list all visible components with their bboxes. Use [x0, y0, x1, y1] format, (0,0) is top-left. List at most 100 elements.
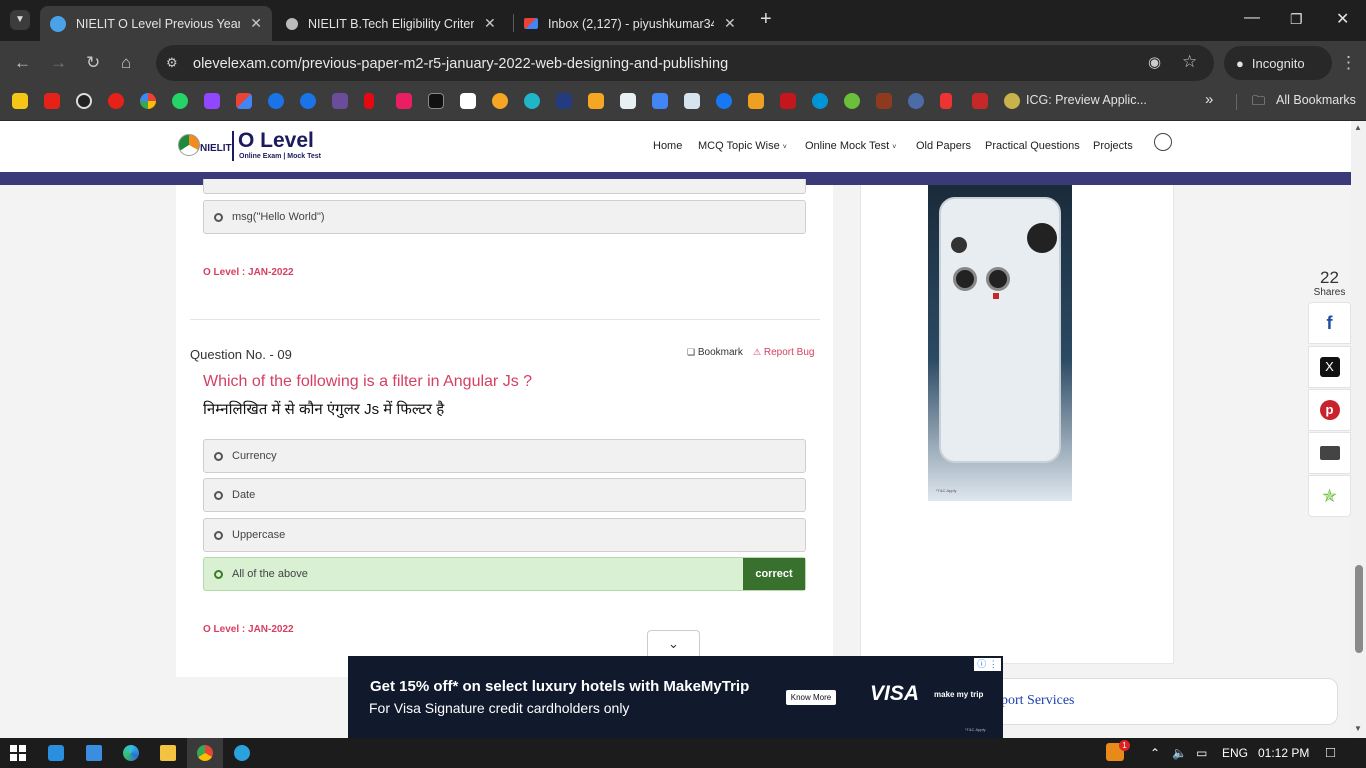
restore-button[interactable]: ❐: [1290, 11, 1303, 28]
language-indicator[interactable]: ENG: [1222, 746, 1248, 760]
whatsapp-icon[interactable]: [172, 93, 188, 109]
bookmark-star-icon[interactable]: ☆: [1182, 52, 1197, 72]
bookmark-icon[interactable]: [428, 93, 444, 109]
edge-icon[interactable]: [123, 745, 139, 761]
file-explorer-icon[interactable]: [160, 745, 176, 761]
bookmark-icon[interactable]: [972, 93, 988, 109]
bookmark-button[interactable]: ❑ Bookmark: [687, 347, 743, 358]
windows-start-icon[interactable]: [10, 745, 26, 761]
home-button[interactable]: ⌂: [121, 53, 131, 73]
bookmark-icon[interactable]: [588, 93, 604, 109]
google-translate-icon[interactable]: [652, 93, 668, 109]
google-icon[interactable]: [140, 93, 156, 109]
volume-icon[interactable]: 🔈: [1172, 746, 1187, 760]
menu-icon[interactable]: ⋮: [1340, 53, 1357, 73]
bookmark-icon[interactable]: [492, 93, 508, 109]
tab-search-icon[interactable]: ▼: [10, 10, 30, 30]
paypal-icon[interactable]: [556, 93, 572, 109]
minimize-button[interactable]: —: [1244, 9, 1260, 27]
scroll-up-icon[interactable]: ▲: [1354, 123, 1362, 132]
eye-off-icon[interactable]: ◉: [1148, 53, 1161, 71]
notifications-icon[interactable]: □: [1326, 744, 1335, 761]
network-icon[interactable]: ▭: [1196, 746, 1207, 760]
youtube-icon[interactable]: [44, 93, 60, 109]
support-services-link[interactable]: port Services: [1001, 693, 1074, 709]
vscode-icon[interactable]: [48, 745, 64, 761]
report-bug-button[interactable]: ⚠ Report Bug: [753, 347, 814, 358]
close-window-button[interactable]: ✕: [1336, 9, 1349, 29]
nav-projects[interactable]: Projects: [1093, 140, 1133, 152]
nav-mcq-topic-wise[interactable]: MCQ Topic Wise ˅: [698, 140, 787, 152]
nav-practical-questions[interactable]: Practical Questions: [985, 140, 1080, 152]
phone-ad-image[interactable]: *T&C Apply: [928, 185, 1072, 501]
ad-know-more-button[interactable]: Know More: [786, 690, 836, 705]
bookmark-icon[interactable]: [748, 93, 764, 109]
youtube-music-icon[interactable]: [108, 93, 124, 109]
incognito-indicator[interactable]: ● Incognito: [1224, 46, 1332, 80]
all-bookmarks-button[interactable]: All Bookmarks: [1276, 93, 1356, 107]
user-icon[interactable]: [1154, 133, 1172, 151]
prev-option[interactable]: msg("Hello World"): [203, 200, 806, 234]
bookmark-icon[interactable]: [1004, 93, 1020, 109]
bookmark-icon[interactable]: [268, 93, 284, 109]
bookmark-icon[interactable]: [332, 93, 348, 109]
close-tab-icon[interactable]: ✕: [250, 15, 262, 32]
x-share-button[interactable]: X: [1308, 346, 1351, 388]
scroll-down-icon[interactable]: ▼: [1354, 724, 1362, 733]
tab-olevel[interactable]: NIELIT O Level Previous Year So ✕: [40, 6, 272, 41]
telegram-icon[interactable]: [234, 745, 250, 761]
hp-icon[interactable]: [812, 93, 828, 109]
bookmark-icon[interactable]: [908, 93, 924, 109]
clock[interactable]: 01:12 PM: [1258, 746, 1309, 760]
back-button[interactable]: ←: [14, 53, 31, 73]
bottom-ad-banner[interactable]: Get 15% off* on select luxury hotels wit…: [348, 656, 1003, 738]
nav-home[interactable]: Home: [653, 140, 682, 152]
check-icon[interactable]: [524, 93, 540, 109]
bookmark-icon[interactable]: [300, 93, 316, 109]
option-1[interactable]: Currency: [203, 439, 806, 473]
facebook-icon[interactable]: [716, 93, 732, 109]
option-2[interactable]: Date: [203, 478, 806, 512]
site-logo[interactable]: NIELIT O Level Online Exam | Mock Test: [178, 129, 323, 165]
more-bookmarks-icon[interactable]: »: [1205, 91, 1213, 108]
bookmark-icon[interactable]: [876, 93, 892, 109]
tab-btech[interactable]: NIELIT B.Tech Eligibility Criteria ✕: [276, 6, 512, 41]
address-bar[interactable]: ⚙ olevelexam.com/previous-paper-m2-r5-ja…: [156, 45, 1214, 81]
close-tab-icon[interactable]: ✕: [484, 15, 496, 32]
page-scrollbar[interactable]: ▲ ▼: [1351, 121, 1366, 738]
more-share-button[interactable]: ✯: [1308, 475, 1351, 517]
reload-button[interactable]: ↻: [86, 53, 100, 73]
close-tab-icon[interactable]: ✕: [724, 15, 736, 32]
option-4[interactable]: All of the above correct: [203, 557, 806, 591]
nav-online-mock-test[interactable]: Online Mock Test ˅: [805, 140, 896, 152]
chrome-icon[interactable]: [197, 745, 213, 761]
bookmark-icon[interactable]: [940, 93, 952, 109]
netflix-icon[interactable]: [364, 93, 374, 109]
bookmark-icon[interactable]: [76, 93, 92, 109]
bookmark-icon[interactable]: [396, 93, 412, 109]
pinterest-share-button[interactable]: p: [1308, 389, 1351, 431]
question-divider: [190, 319, 820, 320]
forward-button[interactable]: →: [50, 53, 67, 73]
bookmark-icon[interactable]: [12, 93, 28, 109]
gmail-icon[interactable]: [236, 93, 252, 109]
olx-icon[interactable]: [620, 93, 636, 109]
scroll-thumb[interactable]: [1355, 565, 1363, 653]
option-3[interactable]: Uppercase: [203, 518, 806, 552]
bookmark-icg[interactable]: ICG: Preview Applic...: [1026, 93, 1147, 107]
site-info-icon[interactable]: ⚙: [166, 55, 178, 71]
bookmark-icon[interactable]: [780, 93, 796, 109]
notepad-icon[interactable]: [86, 745, 102, 761]
twitch-icon[interactable]: [204, 93, 220, 109]
adchoices-icon[interactable]: ⓘ ⋮: [974, 658, 1001, 671]
ad-collapse-button[interactable]: ⌄: [647, 630, 700, 657]
tray-chevron-icon[interactable]: ⌃: [1150, 746, 1160, 760]
bookmark-icon[interactable]: [844, 93, 860, 109]
email-share-button[interactable]: [1308, 432, 1351, 474]
amazon-icon[interactable]: [460, 93, 476, 109]
facebook-share-button[interactable]: f: [1308, 302, 1351, 344]
bookmark-icon[interactable]: [684, 93, 700, 109]
tab-gmail[interactable]: Inbox (2,127) - piyushkumar346 ✕: [514, 6, 750, 41]
nav-old-papers[interactable]: Old Papers: [916, 140, 971, 152]
new-tab-button[interactable]: +: [760, 8, 772, 31]
